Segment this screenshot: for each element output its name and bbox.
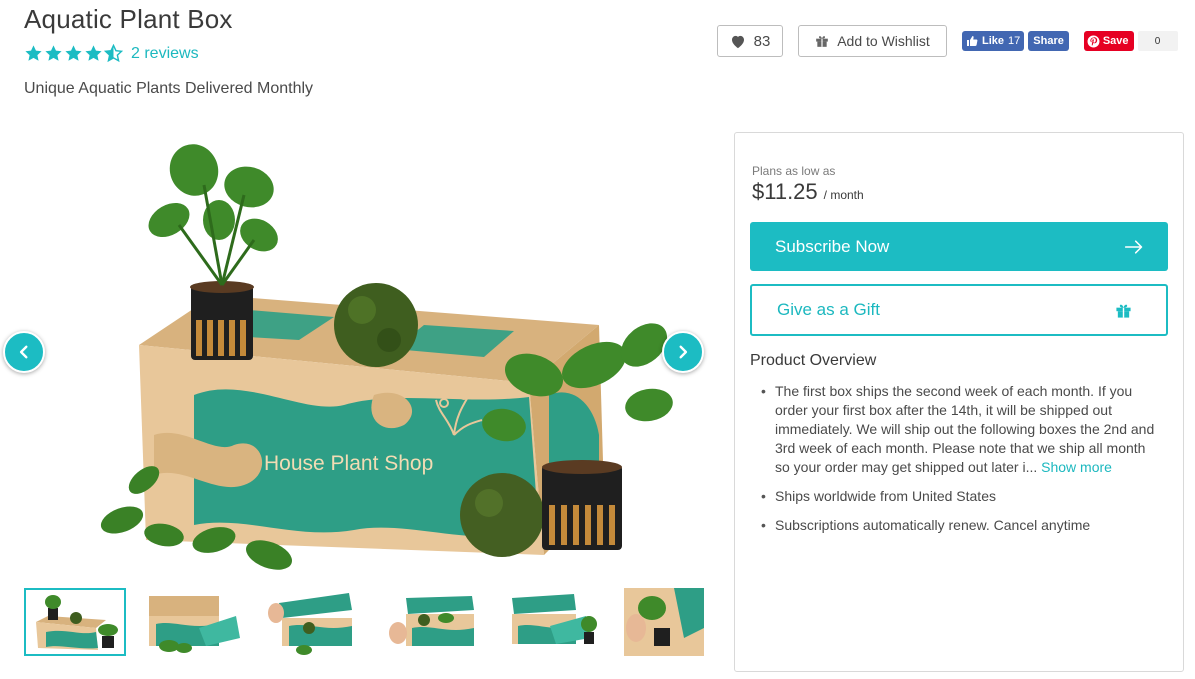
- gallery-thumbnails: [24, 588, 704, 656]
- chevron-left-icon: [19, 345, 28, 359]
- pinterest-save-label: Save: [1102, 35, 1129, 47]
- product-main-image: House Plant Shop: [44, 135, 684, 575]
- list-item: The first box ships the second week of e…: [761, 382, 1159, 477]
- gallery-thumbnail[interactable]: [504, 588, 606, 656]
- add-to-wishlist-button[interactable]: Add to Wishlist: [798, 25, 947, 57]
- chevron-right-icon: [679, 345, 688, 359]
- wishlist-label: Add to Wishlist: [837, 33, 930, 49]
- facebook-share-button[interactable]: Share: [1028, 31, 1069, 51]
- product-overview-list: The first box ships the second week of e…: [761, 382, 1159, 545]
- reviews-link[interactable]: 2 reviews: [131, 45, 199, 63]
- facebook-like-button[interactable]: Like 17: [962, 31, 1025, 51]
- gift-icon: [1116, 304, 1131, 318]
- plans-label: Plans as low as: [752, 164, 836, 178]
- star-full-icon: [45, 45, 62, 61]
- rating: 2 reviews: [24, 44, 199, 63]
- gallery-thumbnail[interactable]: [624, 588, 704, 656]
- thumbs-up-icon: [967, 36, 978, 46]
- thumbnail-image: [512, 594, 597, 644]
- thumbnail-image: [149, 596, 240, 653]
- gallery-thumbnail[interactable]: [24, 588, 126, 656]
- gallery-next-button[interactable]: [662, 331, 704, 373]
- pinterest-save-button[interactable]: Save: [1083, 31, 1134, 51]
- gallery-thumbnail[interactable]: [144, 588, 246, 656]
- thumbnail-image: [624, 588, 704, 656]
- list-item: Ships worldwide from United States: [761, 487, 1159, 506]
- price-period: / month: [823, 188, 864, 202]
- star-half-icon: [104, 44, 123, 63]
- thumbnail-image: [36, 595, 118, 650]
- thumbnail-image: [268, 593, 352, 655]
- box-brand-text: House Plant Shop: [264, 452, 433, 475]
- star-full-icon: [85, 45, 102, 61]
- facebook-like-label: Like: [982, 35, 1005, 47]
- product-subtitle: Unique Aquatic Plants Delivered Monthly: [24, 80, 314, 97]
- star-full-icon: [65, 45, 82, 61]
- subscribe-now-button[interactable]: Subscribe Now: [750, 222, 1168, 271]
- list-item: Subscriptions automatically renew. Cance…: [761, 516, 1159, 535]
- gift-icon: [816, 36, 829, 47]
- rating-stars: [24, 44, 123, 63]
- show-more-link[interactable]: Show more: [1041, 459, 1112, 475]
- pinterest-count: 0: [1137, 31, 1178, 51]
- price: $11.25: [752, 179, 818, 204]
- product-title: Aquatic Plant Box: [24, 4, 233, 34]
- gift-label: Give as a Gift: [777, 300, 880, 319]
- subscribe-label: Subscribe Now: [775, 236, 890, 256]
- thumbnail-image: [389, 596, 474, 646]
- arrow-right-icon: [1124, 239, 1143, 254]
- gallery-thumbnail[interactable]: [384, 588, 486, 656]
- gallery-prev-button[interactable]: [3, 331, 45, 373]
- top-actions: 83 Add to Wishlist Like 17 Share Save 0: [717, 25, 1178, 57]
- give-as-gift-button[interactable]: Give as a Gift: [750, 284, 1168, 336]
- star-full-icon: [25, 45, 42, 61]
- facebook-like-count: 17: [1008, 35, 1021, 47]
- pinterest-icon: [1087, 35, 1100, 47]
- like-count: 83: [753, 32, 771, 50]
- heart-icon: [731, 35, 744, 48]
- purchase-panel: Plans as low as $11.25 / month Subscribe…: [734, 132, 1184, 672]
- price-row: $11.25 / month: [752, 179, 864, 205]
- gallery-thumbnail[interactable]: [264, 588, 366, 656]
- plant-box-illustration: House Plant Shop: [100, 144, 673, 570]
- product-overview-heading: Product Overview: [750, 352, 877, 369]
- like-button[interactable]: 83: [717, 25, 783, 57]
